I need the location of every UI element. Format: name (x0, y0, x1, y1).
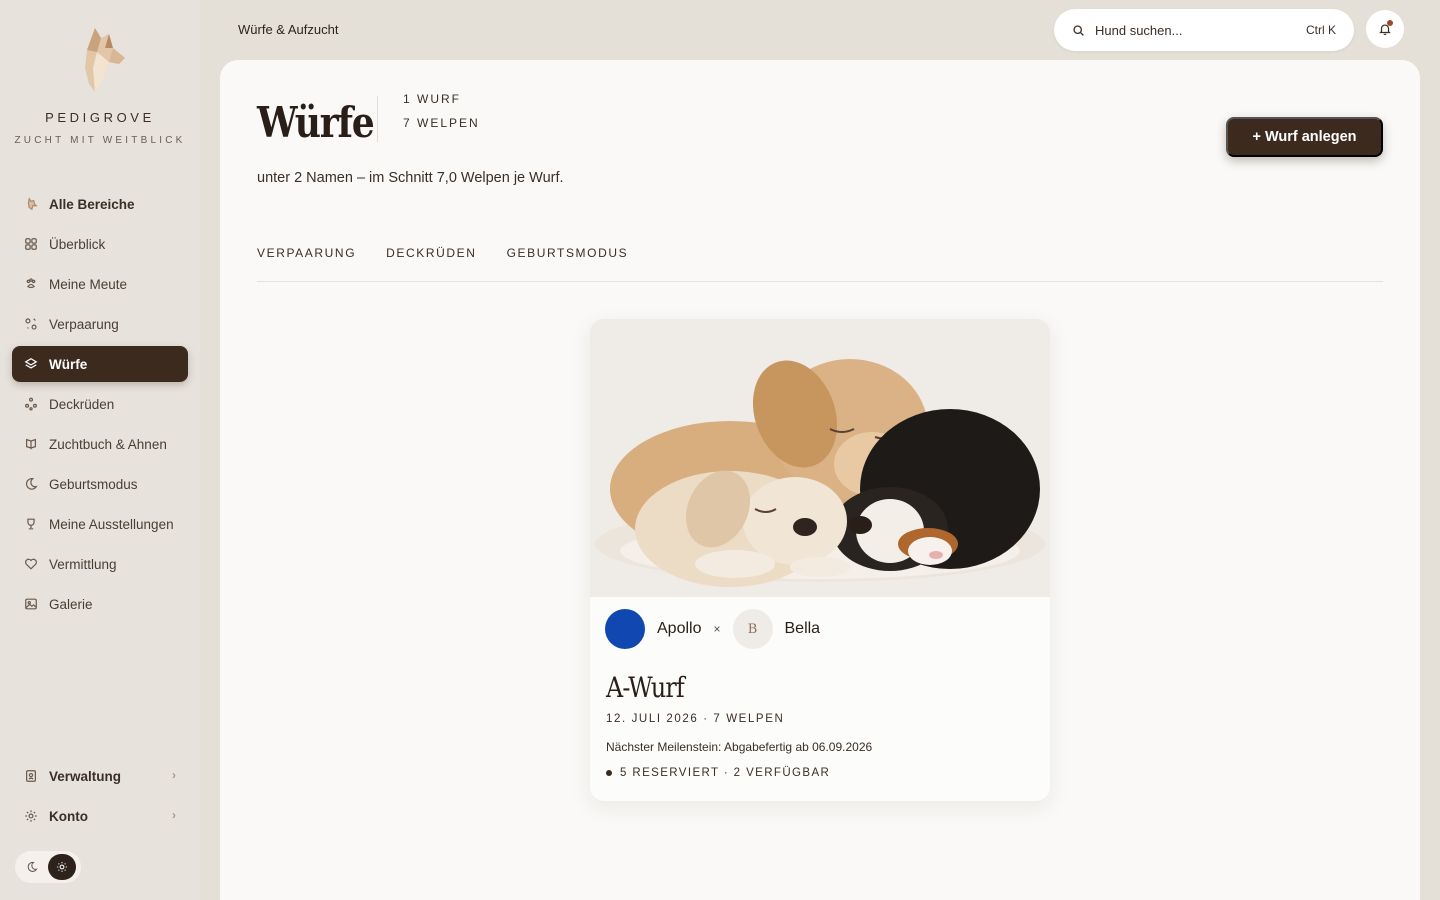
sidebar-nav: Alle Bereiche Überblick Meine Meute Verp… (12, 186, 188, 626)
brand-name: PEDIGROVE (45, 110, 155, 125)
search-input[interactable]: Hund suchen... Ctrl K (1054, 9, 1354, 51)
paw-icon (23, 276, 39, 292)
image-icon (23, 596, 39, 612)
sidebar-item-label: Überblick (49, 236, 106, 252)
sidebar-item-deckrueden[interactable]: Deckrüden (12, 386, 188, 422)
search-icon (1073, 24, 1084, 36)
sidebar-item-label: Meine Ausstellungen (49, 516, 174, 532)
page-title: Würfe (257, 98, 375, 147)
sire-avatar[interactable] (605, 609, 645, 649)
sub-tabs: VERPAARUNG DECKRÜDEN GEBURTSMODUS (257, 246, 658, 260)
litter-name: A-Wurf (606, 671, 685, 704)
dog-icon (23, 196, 39, 212)
reservation-status: 5 RESERVIERT · 2 VERFÜGBAR (620, 767, 831, 779)
moon-icon (23, 476, 39, 492)
litter-milestone: Nächster Meilenstein: Abgabefertig ab 06… (606, 740, 873, 754)
litter-reservations: 5 RESERVIERT · 2 VERFÜGBAR (606, 767, 830, 779)
sidebar-item-label: Konto (49, 808, 88, 824)
sidebar-item-label: Verpaarung (49, 316, 119, 332)
notification-dot (1387, 20, 1393, 26)
stat-litter-count: 1 WURF (403, 92, 461, 106)
litter-photo (590, 319, 1050, 597)
cross-icon: × (713, 622, 721, 636)
light-mode-sun-icon[interactable] (48, 854, 76, 880)
theme-toggle[interactable] (15, 851, 81, 883)
sidebar-item-konto[interactable]: Konto › (12, 798, 188, 834)
tab-deckrueden[interactable]: DECKRÜDEN (386, 246, 476, 260)
sidebar-item-wuerfe[interactable]: Würfe (12, 346, 188, 382)
sidebar-item-galerie[interactable]: Galerie (12, 586, 188, 622)
book-icon (23, 436, 39, 452)
litter-parents: Apollo × B Bella (605, 609, 820, 649)
add-litter-button[interactable]: + Wurf anlegen (1226, 117, 1383, 157)
sidebar-item-alle-bereiche[interactable]: Alle Bereiche (12, 186, 188, 222)
sidebar-item-label: Vermittlung (49, 556, 117, 572)
sidebar-item-label: Verwaltung (49, 768, 122, 784)
chevron-right-icon: › (172, 768, 176, 782)
search-placeholder: Hund suchen... (1095, 22, 1183, 38)
sidebar-item-ausstellungen[interactable]: Meine Ausstellungen (12, 506, 188, 542)
sidebar-item-label: Meine Meute (49, 276, 128, 292)
dark-mode-moon-icon[interactable] (18, 854, 46, 880)
dog-logo-icon (65, 24, 135, 98)
brand: PEDIGROVE ZUCHT MIT WEITBLICK (0, 24, 200, 146)
sidebar-bottom: Verwaltung › Konto › (12, 758, 188, 838)
sidebar-item-label: Zuchtbuch & Ahnen (49, 436, 167, 452)
sidebar: PEDIGROVE ZUCHT MIT WEITBLICK Alle Berei… (0, 0, 200, 900)
trophy-icon (23, 516, 39, 532)
litter-card[interactable]: Apollo × B Bella A-Wurf 12. JULI 2026 · … (590, 319, 1050, 801)
search-shortcut: Ctrl K (1306, 23, 1336, 37)
layers-icon (23, 356, 39, 372)
sidebar-item-label: Alle Bereiche (49, 196, 135, 212)
page-subtitle: unter 2 Namen – im Schnitt 7,0 Welpen je… (257, 170, 564, 186)
litter-meta: 12. JULI 2026 · 7 WELPEN (606, 713, 785, 725)
tab-verpaarung[interactable]: VERPAARUNG (257, 246, 356, 260)
chevron-right-icon: › (172, 808, 176, 822)
status-dot (606, 770, 612, 776)
sidebar-item-label: Galerie (49, 596, 93, 612)
sidebar-item-zuchtbuch[interactable]: Zuchtbuch & Ahnen (12, 426, 188, 462)
pairing-icon (23, 316, 39, 332)
sire-name[interactable]: Apollo (657, 620, 701, 638)
tabs-divider (257, 281, 1383, 282)
sidebar-item-verwaltung[interactable]: Verwaltung › (12, 758, 188, 794)
tab-geburtsmodus[interactable]: GEBURTSMODUS (507, 246, 629, 260)
stat-puppy-count: 7 WELPEN (403, 116, 480, 130)
sidebar-item-verpaarung[interactable]: Verpaarung (12, 306, 188, 342)
grid-icon (23, 236, 39, 252)
main-panel: Würfe 1 WURF 7 WELPEN unter 2 Namen – im… (220, 60, 1420, 900)
brand-tagline: ZUCHT MIT WEITBLICK (14, 135, 186, 146)
title-divider (377, 96, 378, 142)
notifications-button[interactable] (1366, 10, 1404, 48)
dam-avatar[interactable]: B (732, 609, 773, 649)
sidebar-item-vermittlung[interactable]: Vermittlung (12, 546, 188, 582)
gear-icon (23, 808, 39, 824)
heart-icon (23, 556, 39, 572)
dam-name[interactable]: Bella (785, 620, 821, 638)
breadcrumb: Würfe & Aufzucht (238, 22, 339, 37)
sidebar-item-geburtsmodus[interactable]: Geburtsmodus (12, 466, 188, 502)
sidebar-item-label: Würfe (49, 356, 88, 372)
sidebar-item-label: Deckrüden (49, 396, 115, 412)
sidebar-item-meine-meute[interactable]: Meine Meute (12, 266, 188, 302)
nodes-icon (23, 396, 39, 412)
sidebar-item-label: Geburtsmodus (49, 476, 138, 492)
badge-icon (23, 768, 39, 784)
sidebar-item-ueberblick[interactable]: Überblick (12, 226, 188, 262)
